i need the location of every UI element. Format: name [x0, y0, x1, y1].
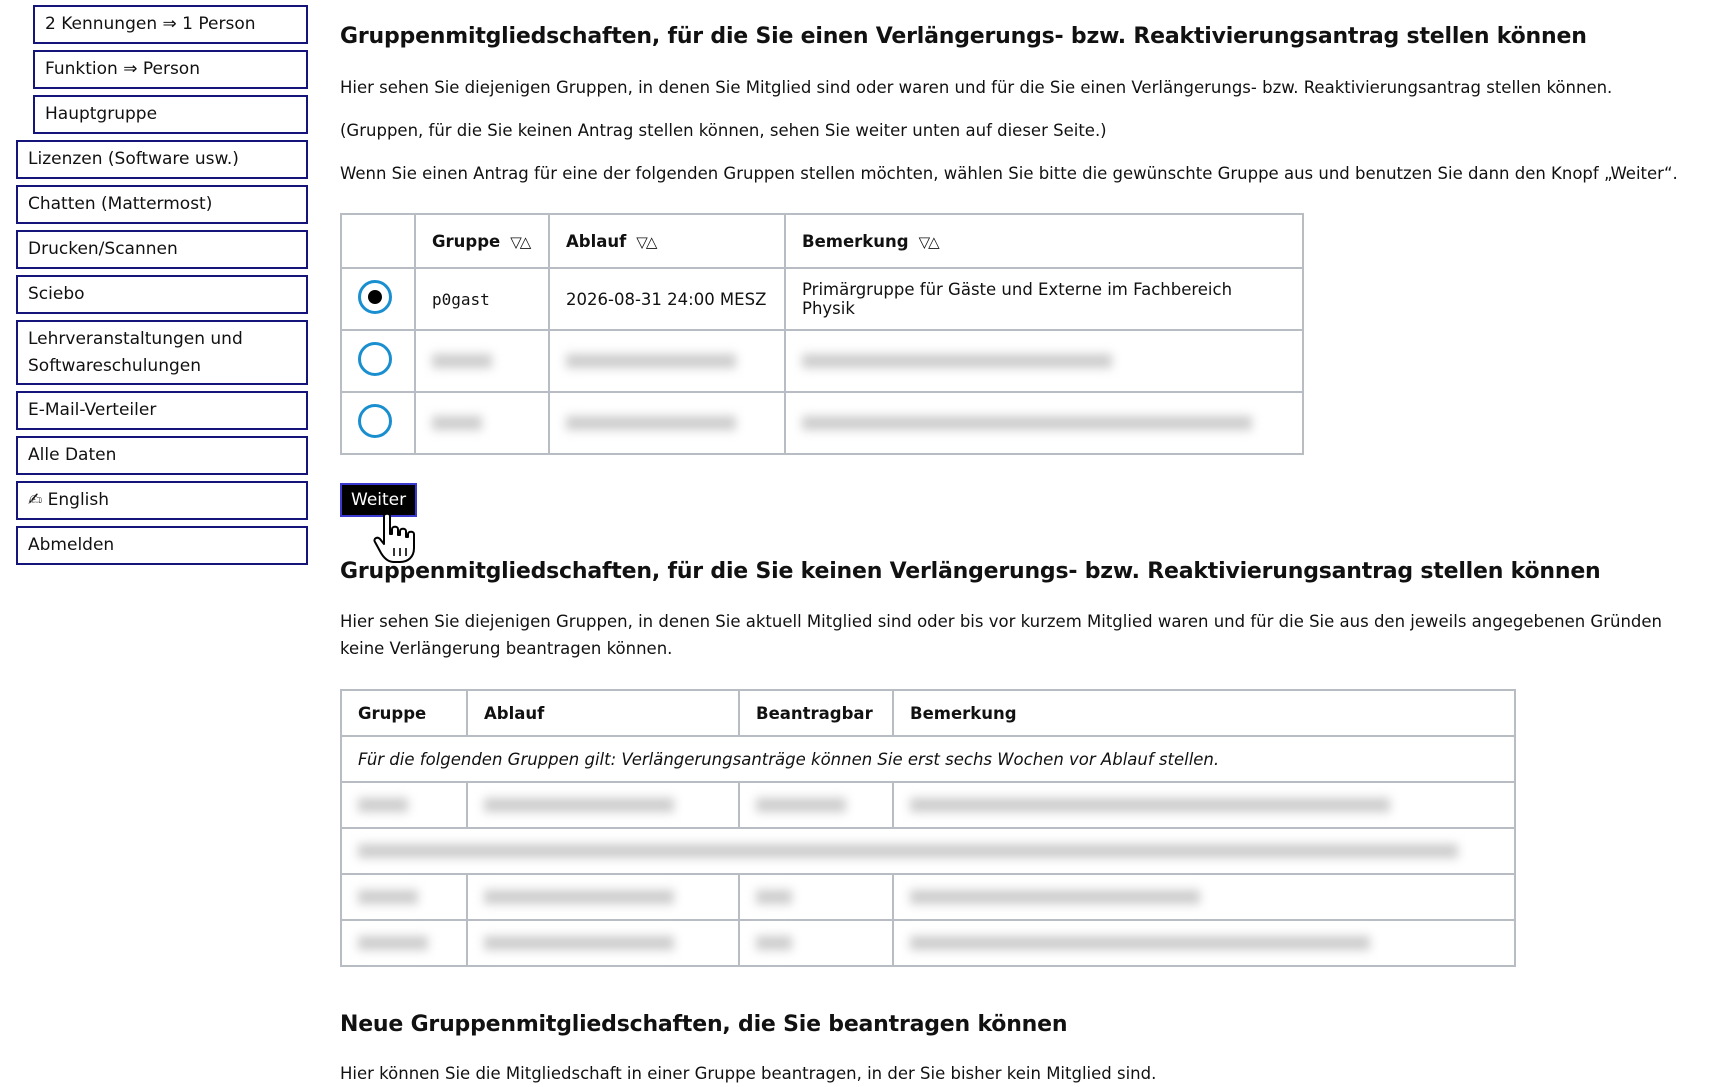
nav-item-sciebo[interactable]: Sciebo [16, 275, 308, 314]
nav-item-2-kennungen[interactable]: 2 Kennungen ⇒ 1 Person [33, 5, 308, 44]
nav-item-lehrveranstaltungen[interactable]: Lehrveranstaltungen und Softwareschulung… [16, 320, 308, 385]
column-header-gruppe[interactable]: Gruppe ▽△ [414, 213, 550, 269]
cell-redacted [738, 781, 894, 829]
column-header-gruppe-label: Gruppe [432, 231, 501, 251]
table-note-row: Für die folgenden Gruppen gilt: Verlänge… [340, 735, 1516, 783]
column-header-ablauf[interactable]: Ablauf ▽△ [548, 213, 786, 269]
nav-item-chatten[interactable]: Chatten (Mattermost) [16, 185, 308, 224]
table-note: Für die folgenden Gruppen gilt: Verlänge… [340, 735, 1516, 783]
sort-icon[interactable]: ▽△ [636, 233, 657, 251]
table-row-redacted [340, 781, 1516, 829]
non-renewable-groups-table: Gruppe Ablauf Beantragbar Bemerkung Für … [340, 689, 1516, 967]
cell-bemerkung: Primärgruppe für Gäste und Externe im Fa… [784, 267, 1304, 331]
section1-intro: Hier sehen Sie diejenigen Gruppen, in de… [340, 78, 1613, 97]
cell-gruppe-redacted [414, 391, 550, 455]
cell-ablauf-redacted [548, 329, 786, 393]
table-row: p0gast 2026-08-31 24:00 MESZ Primärgrupp… [340, 267, 1304, 331]
renewable-groups-table: Gruppe ▽△ Ablauf ▽△ Bemerkung ▽△ p0gast 202… [340, 213, 1304, 455]
cell-redacted [892, 781, 1516, 829]
section1-note: (Gruppen, für die Sie keinen Antrag stel… [340, 121, 1107, 140]
table-header-row: Gruppe Ablauf Beantragbar Bemerkung [340, 689, 1516, 737]
table-row-redacted [340, 329, 1304, 393]
cell-redacted [340, 919, 468, 967]
cell-redacted [466, 919, 740, 967]
nav-item-email-verteiler[interactable]: E-Mail-Verteiler [16, 391, 308, 430]
section1-instruction: Wenn Sie einen Antrag für eine der folge… [340, 164, 1678, 183]
group-radio-p0gast[interactable] [358, 280, 392, 314]
column-header-bemerkung-label: Bemerkung [802, 231, 909, 251]
cell-bemerkung-redacted [784, 329, 1304, 393]
nav-item-abmelden[interactable]: Abmelden [16, 526, 308, 565]
section3-intro: Hier können Sie die Mitgliedschaft in ei… [340, 1064, 1157, 1083]
column-header-bemerkung: Bemerkung [892, 689, 1516, 737]
group-radio[interactable] [358, 342, 392, 376]
cell-redacted [340, 827, 1516, 875]
group-radio[interactable] [358, 404, 392, 438]
select-cell [340, 267, 416, 331]
sort-icon[interactable]: ▽△ [919, 233, 940, 251]
cell-redacted [466, 781, 740, 829]
select-column-header [340, 213, 416, 269]
column-header-beantragbar: Beantragbar [738, 689, 894, 737]
section2-intro: Hier sehen Sie diejenigen Gruppen, in de… [340, 612, 1662, 658]
cell-bemerkung-redacted [784, 391, 1304, 455]
cell-redacted [466, 873, 740, 921]
nav-item-alle-daten[interactable]: Alle Daten [16, 436, 308, 475]
table-row-redacted [340, 919, 1516, 967]
section3-heading: Neue Gruppenmitgliedschaften, die Sie be… [340, 1012, 1068, 1037]
hand-cursor-icon [373, 512, 415, 563]
column-header-ablauf-label: Ablauf [566, 231, 627, 251]
cell-redacted [892, 919, 1516, 967]
cell-redacted [738, 919, 894, 967]
nav-item-funktion-person[interactable]: Funktion ⇒ Person [33, 50, 308, 89]
select-cell [340, 329, 416, 393]
table-header-row: Gruppe ▽△ Ablauf ▽△ Bemerkung ▽△ [340, 213, 1304, 269]
cell-redacted [340, 873, 468, 921]
cell-ablauf: 2026-08-31 24:00 MESZ [548, 267, 786, 331]
section2-heading: Gruppenmitgliedschaften, für die Sie kei… [340, 559, 1601, 584]
column-header-ablauf: Ablauf [466, 689, 740, 737]
cell-ablauf-redacted [548, 391, 786, 455]
section1-heading: Gruppenmitgliedschaften, für die Sie ein… [340, 24, 1587, 49]
nav-item-lizenzen[interactable]: Lizenzen (Software usw.) [16, 140, 308, 179]
table-row-redacted [340, 873, 1516, 921]
column-header-bemerkung[interactable]: Bemerkung ▽△ [784, 213, 1304, 269]
sort-icon[interactable]: ▽△ [510, 233, 531, 251]
table-note-row-redacted [340, 827, 1516, 875]
nav-item-hauptgruppe[interactable]: Hauptgruppe [33, 95, 308, 134]
cell-redacted [892, 873, 1516, 921]
nav-item-english[interactable]: ✍ English [16, 481, 308, 520]
nav-item-drucken-scannen[interactable]: Drucken/Scannen [16, 230, 308, 269]
column-header-gruppe: Gruppe [340, 689, 468, 737]
cell-redacted [738, 873, 894, 921]
cell-redacted [340, 781, 468, 829]
select-cell [340, 391, 416, 455]
sidebar-nav: 2 Kennungen ⇒ 1 Person Funktion ⇒ Person… [16, 5, 308, 571]
cell-gruppe-redacted [414, 329, 550, 393]
cell-gruppe: p0gast [414, 267, 550, 331]
table-row-redacted [340, 391, 1304, 455]
